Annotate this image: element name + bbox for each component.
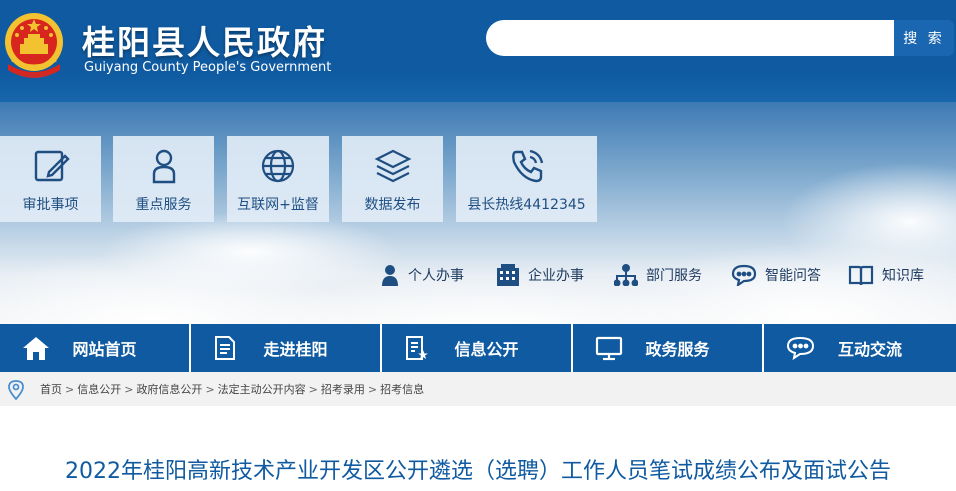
building-icon: [497, 264, 519, 286]
monitor-icon: [595, 336, 623, 361]
edit-icon: [34, 150, 70, 182]
breadcrumb-separator: >: [367, 383, 378, 396]
breadcrumb-item[interactable]: 政府信息公开: [136, 383, 202, 396]
breadcrumb: 首页 > 信息公开 > 政府信息公开 > 法定主动公开内容 > 招考录用 > 招考信息: [0, 372, 956, 406]
nav-item-about[interactable]: 走进桂阳: [191, 324, 382, 372]
service-link-label: 企业办事: [528, 268, 584, 284]
document-star-icon: [406, 336, 428, 360]
breadcrumb-separator: >: [205, 383, 215, 396]
breadcrumb-item[interactable]: 法定主动公开内容: [218, 383, 306, 396]
site-title: 桂阳县人民政府: [82, 23, 327, 62]
quick-link-key-services[interactable]: 重点服务: [113, 136, 214, 222]
service-link-label: 个人办事: [408, 268, 464, 284]
breadcrumb-separator: >: [308, 383, 318, 396]
service-link-personal[interactable]: 个人办事: [380, 262, 464, 288]
breadcrumb-item[interactable]: 首页: [40, 383, 62, 396]
breadcrumb-separator: >: [124, 383, 134, 396]
service-link-enterprise[interactable]: 企业办事: [496, 262, 584, 288]
service-link-qa[interactable]: 智能问答: [731, 262, 821, 288]
quick-link-internet-supervision[interactable]: 互联网+监督: [227, 136, 329, 222]
nav-item-label: 互动交流: [837, 340, 902, 359]
nav-item-label: 政务服务: [645, 340, 710, 359]
nav-item-interaction[interactable]: 互动交流: [764, 324, 956, 372]
chat-icon: [731, 264, 757, 286]
nav-item-home[interactable]: 网站首页: [0, 324, 191, 372]
breadcrumb-item[interactable]: 信息公开: [77, 383, 121, 396]
breadcrumb-item[interactable]: 招考录用: [321, 383, 365, 396]
person-icon: [152, 149, 175, 184]
breadcrumb-separator: >: [65, 383, 75, 396]
quick-link-label: 审批事项: [22, 197, 79, 213]
nav-item-label: 走进桂阳: [263, 340, 328, 359]
nav-item-label: 网站首页: [72, 340, 137, 359]
site-header: 桂阳县人民政府 Guiyang County People's Governme…: [0, 0, 956, 102]
breadcrumb-trail: 首页 > 信息公开 > 政府信息公开 > 法定主动公开内容 > 招考录用 > 招考信息: [40, 381, 424, 397]
article-title: 2022年桂阳高新技术产业开发区公开遴选（选聘）工作人员笔试成绩公布及面试公告: [65, 459, 891, 484]
layers-icon: [374, 149, 411, 183]
home-icon: [23, 337, 49, 360]
quick-link-label: 互联网+监督: [237, 197, 319, 213]
quick-link-label: 数据发布: [364, 197, 421, 213]
phone-icon: [511, 149, 543, 183]
nav-item-info-disclosure[interactable]: 信息公开: [382, 324, 573, 372]
org-chart-icon: [614, 264, 638, 286]
nav-item-label: 信息公开: [454, 340, 519, 359]
quick-link-approval[interactable]: 审批事项: [0, 136, 101, 222]
service-link-label: 部门服务: [646, 268, 702, 284]
service-link-knowledge-base[interactable]: 知识库: [848, 262, 924, 288]
quick-link-label: 县长热线4412345: [467, 197, 586, 213]
national-emblem-logo[interactable]: [2, 10, 66, 80]
main-nav: 网站首页 走进桂阳 信息公开 政务服务 互动交流: [0, 324, 956, 372]
location-pin-icon: [8, 380, 24, 400]
service-link-department[interactable]: 部门服务: [614, 262, 702, 288]
hero-banner: 审批事项 重点服务 互联网+监督 数据发布 县长热线4412345 个人办事 企…: [0, 102, 956, 324]
site-subtitle: Guiyang County People's Government: [84, 60, 332, 75]
globe-icon: [261, 149, 295, 183]
search-button[interactable]: 搜 索: [894, 20, 954, 56]
quick-link-label: 重点服务: [135, 197, 192, 213]
user-icon: [382, 265, 398, 286]
quick-link-hotline[interactable]: 县长热线4412345: [456, 136, 597, 222]
quick-link-data-release[interactable]: 数据发布: [342, 136, 443, 222]
nav-item-gov-services[interactable]: 政务服务: [573, 324, 764, 372]
search-input[interactable]: [486, 20, 896, 56]
service-link-label: 知识库: [882, 268, 924, 284]
service-link-label: 智能问答: [765, 268, 821, 284]
chat-bubbles-icon: [786, 336, 815, 361]
breadcrumb-item[interactable]: 招考信息: [380, 383, 424, 396]
book-icon: [848, 265, 874, 286]
document-icon: [215, 336, 235, 360]
